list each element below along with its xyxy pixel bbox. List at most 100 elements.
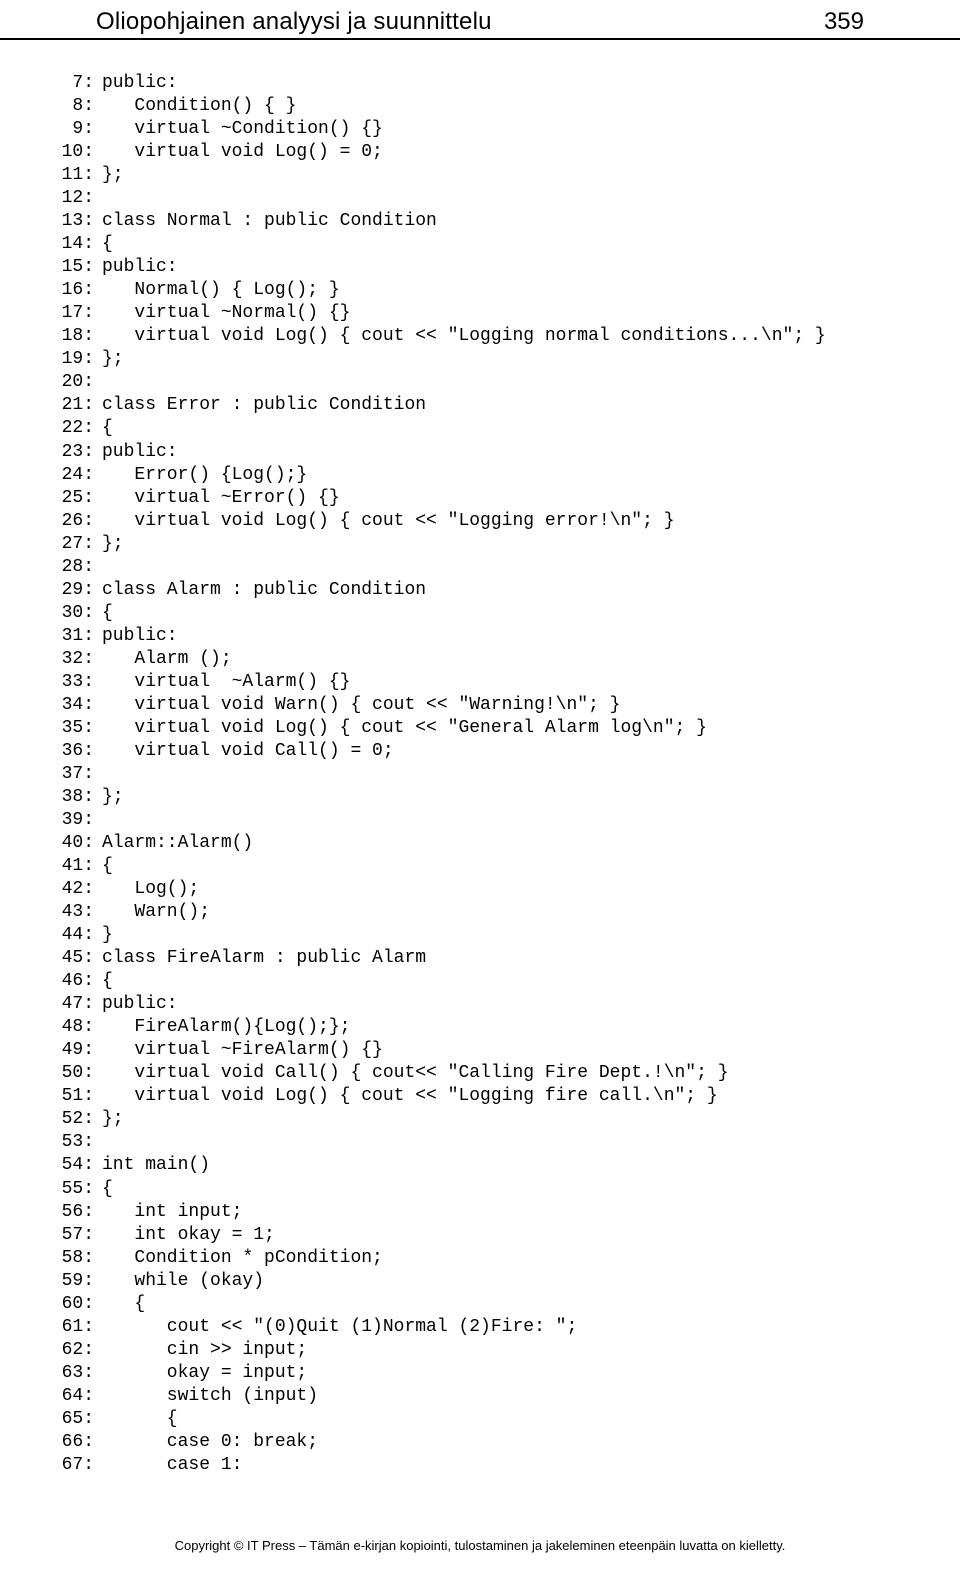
code-line: 43: Warn(); — [56, 901, 904, 924]
code-line: 10: virtual void Log() = 0; — [56, 141, 904, 164]
line-text: }; — [102, 348, 124, 371]
line-number: 51: — [56, 1085, 102, 1108]
code-line: 26: virtual void Log() { cout << "Loggin… — [56, 510, 904, 533]
code-line: 22:{ — [56, 417, 904, 440]
line-number: 47: — [56, 993, 102, 1016]
code-line: 60: { — [56, 1293, 904, 1316]
code-line: 32: Alarm (); — [56, 648, 904, 671]
line-text: cin >> input; — [102, 1339, 307, 1362]
line-number: 30: — [56, 602, 102, 625]
page-header: Oliopohjainen analyysi ja suunnittelu 35… — [0, 0, 960, 40]
line-number: 55: — [56, 1178, 102, 1201]
line-number: 53: — [56, 1131, 102, 1154]
line-text: cout << "(0)Quit (1)Normal (2)Fire: "; — [102, 1316, 577, 1339]
line-number: 9: — [56, 118, 102, 141]
line-number: 17: — [56, 302, 102, 325]
line-text: virtual ~Normal() {} — [102, 302, 350, 325]
code-listing: 7:public:8: Condition() { }9: virtual ~C… — [0, 72, 960, 1477]
code-line: 31:public: — [56, 625, 904, 648]
line-text: }; — [102, 1108, 124, 1131]
line-number: 45: — [56, 947, 102, 970]
line-text: Error() {Log();} — [102, 464, 307, 487]
code-line: 7:public: — [56, 72, 904, 95]
line-number: 61: — [56, 1316, 102, 1339]
line-text: public: — [102, 441, 178, 464]
line-number: 48: — [56, 1016, 102, 1039]
line-text: class FireAlarm : public Alarm — [102, 947, 426, 970]
line-number: 37: — [56, 763, 102, 786]
line-number: 12: — [56, 187, 102, 210]
page-number: 359 — [824, 8, 864, 36]
line-number: 34: — [56, 694, 102, 717]
code-line: 34: virtual void Warn() { cout << "Warni… — [56, 694, 904, 717]
code-line: 56: int input; — [56, 1201, 904, 1224]
line-text: case 1: — [102, 1454, 242, 1477]
code-line: 63: okay = input; — [56, 1362, 904, 1385]
line-number: 43: — [56, 901, 102, 924]
line-number: 23: — [56, 441, 102, 464]
line-text: virtual ~Alarm() {} — [102, 671, 350, 694]
code-line: 24: Error() {Log();} — [56, 464, 904, 487]
code-line: 12: — [56, 187, 904, 210]
code-line: 64: switch (input) — [56, 1385, 904, 1408]
line-number: 42: — [56, 878, 102, 901]
line-text: { — [102, 1293, 145, 1316]
line-number: 50: — [56, 1062, 102, 1085]
line-text: Log(); — [102, 878, 199, 901]
line-number: 15: — [56, 256, 102, 279]
code-line: 66: case 0: break; — [56, 1431, 904, 1454]
line-number: 14: — [56, 233, 102, 256]
line-text: switch (input) — [102, 1385, 318, 1408]
code-line: 8: Condition() { } — [56, 95, 904, 118]
line-text: public: — [102, 72, 178, 95]
line-text: Condition() { } — [102, 95, 296, 118]
line-text: Alarm::Alarm() — [102, 832, 253, 855]
line-number: 10: — [56, 141, 102, 164]
line-text: virtual void Log() { cout << "Logging er… — [102, 510, 675, 533]
line-text: int input; — [102, 1201, 242, 1224]
line-number: 16: — [56, 279, 102, 302]
line-text: { — [102, 855, 113, 878]
code-line: 45:class FireAlarm : public Alarm — [56, 947, 904, 970]
line-text: virtual ~Error() {} — [102, 487, 340, 510]
code-line: 40:Alarm::Alarm() — [56, 832, 904, 855]
line-text: class Normal : public Condition — [102, 210, 437, 233]
line-number: 32: — [56, 648, 102, 671]
line-text: }; — [102, 533, 124, 556]
line-number: 62: — [56, 1339, 102, 1362]
header-title: Oliopohjainen analyysi ja suunnittelu — [96, 8, 492, 36]
line-number: 25: — [56, 487, 102, 510]
line-number: 20: — [56, 371, 102, 394]
code-line: 50: virtual void Call() { cout<< "Callin… — [56, 1062, 904, 1085]
line-text: virtual ~FireAlarm() {} — [102, 1039, 383, 1062]
code-line: 20: — [56, 371, 904, 394]
line-text: int okay = 1; — [102, 1224, 275, 1247]
line-number: 13: — [56, 210, 102, 233]
line-number: 63: — [56, 1362, 102, 1385]
line-text: virtual void Log() { cout << "General Al… — [102, 717, 707, 740]
code-line: 44:} — [56, 924, 904, 947]
line-text: int main() — [102, 1154, 210, 1177]
line-text: Alarm (); — [102, 648, 232, 671]
code-line: 54:int main() — [56, 1154, 904, 1177]
code-line: 28: — [56, 556, 904, 579]
code-line: 39: — [56, 809, 904, 832]
code-line: 49: virtual ~FireAlarm() {} — [56, 1039, 904, 1062]
line-number: 58: — [56, 1247, 102, 1270]
line-text: virtual void Log() = 0; — [102, 141, 383, 164]
line-number: 24: — [56, 464, 102, 487]
document-page: Oliopohjainen analyysi ja suunnittelu 35… — [0, 0, 960, 1569]
line-text: case 0: break; — [102, 1431, 318, 1454]
line-number: 35: — [56, 717, 102, 740]
code-line: 29:class Alarm : public Condition — [56, 579, 904, 602]
line-text: okay = input; — [102, 1362, 307, 1385]
code-line: 41:{ — [56, 855, 904, 878]
line-text: virtual void Log() { cout << "Logging no… — [102, 325, 826, 348]
code-line: 9: virtual ~Condition() {} — [56, 118, 904, 141]
code-line: 23:public: — [56, 441, 904, 464]
line-text: virtual ~Condition() {} — [102, 118, 383, 141]
line-number: 11: — [56, 164, 102, 187]
code-line: 11:}; — [56, 164, 904, 187]
line-text: }; — [102, 164, 124, 187]
line-number: 29: — [56, 579, 102, 602]
